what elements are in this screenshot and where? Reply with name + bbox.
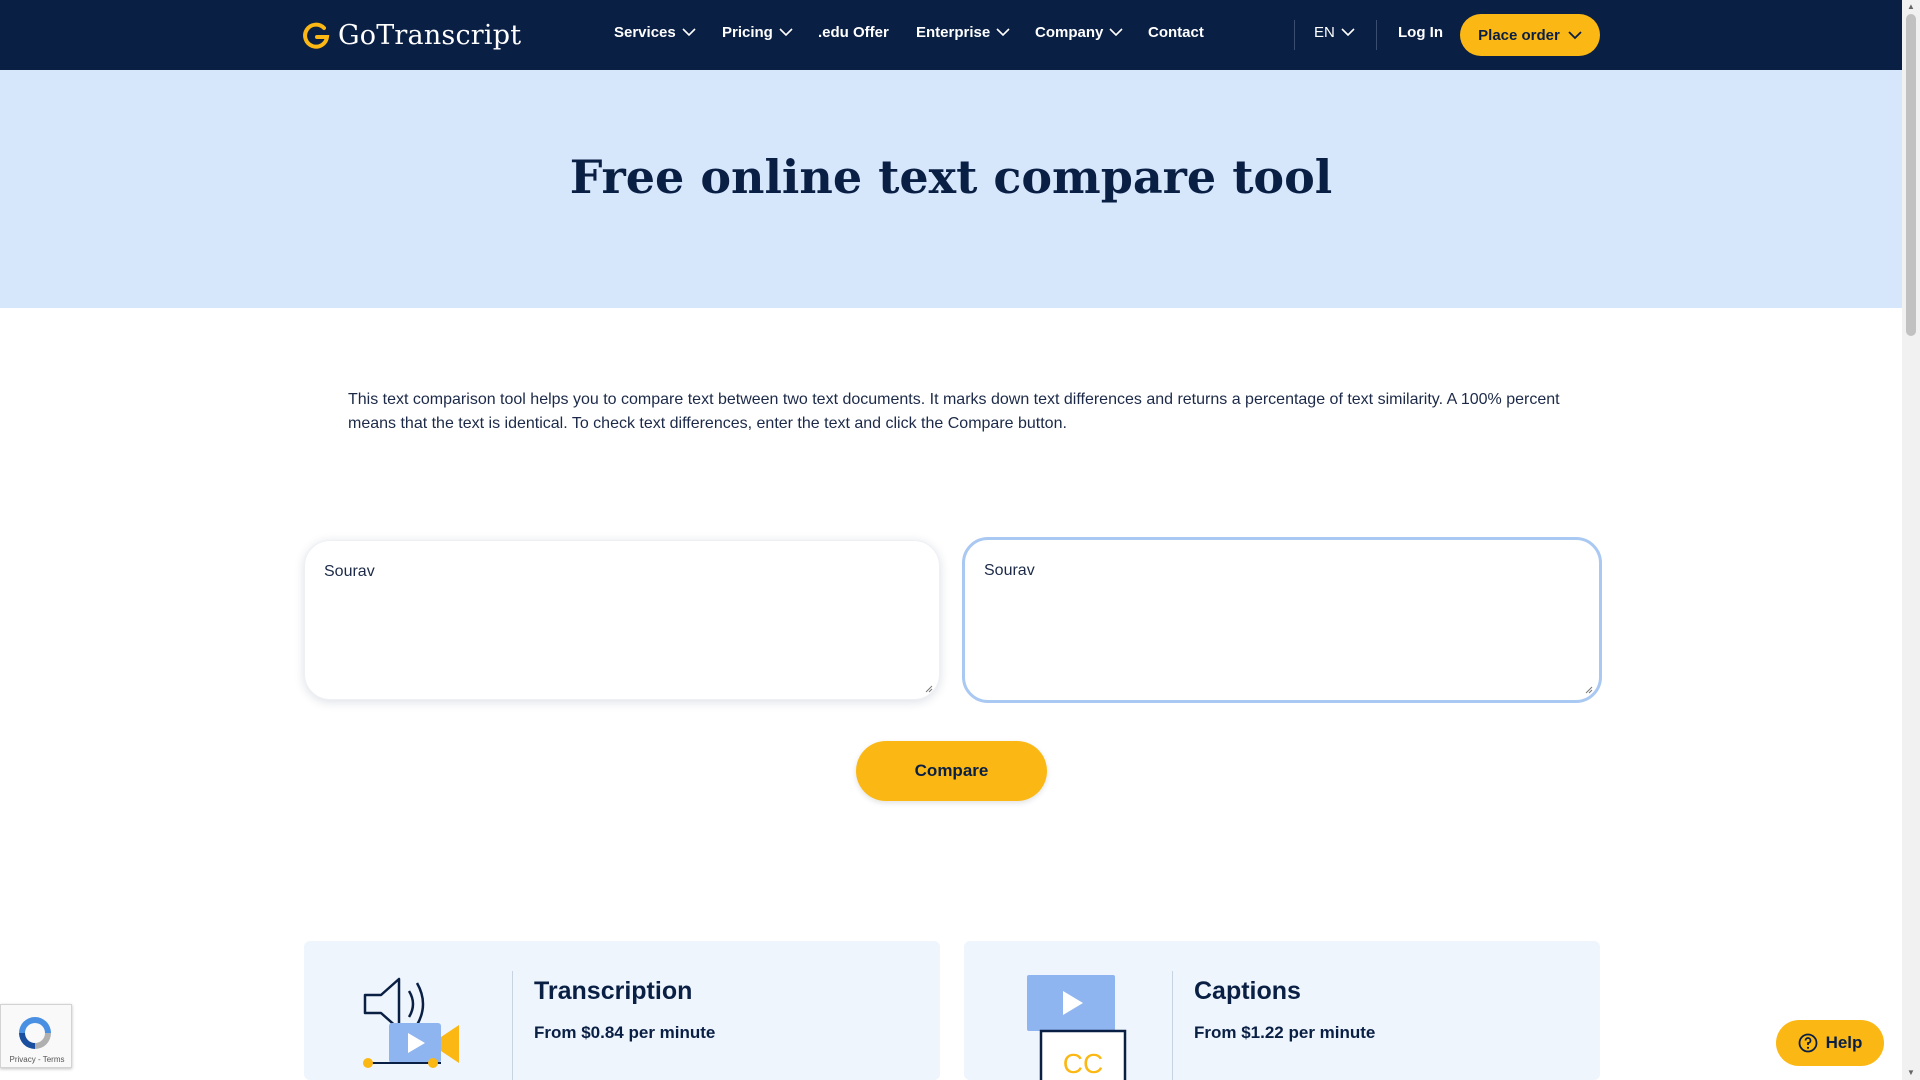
logo-text: GoTranscript: [338, 19, 522, 51]
nav-contact[interactable]: Contact: [1148, 24, 1204, 41]
nav-pricing[interactable]: Pricing: [722, 24, 793, 41]
login-label: Log In: [1398, 24, 1443, 41]
nav-services[interactable]: Services: [614, 24, 696, 41]
compare-button-label: Compare: [914, 761, 989, 780]
language-label: EN: [1314, 24, 1335, 41]
card-divider: [1172, 971, 1173, 1080]
card-price: From $1.22 per minute: [1194, 1023, 1376, 1042]
chevron-down-icon: [779, 28, 793, 37]
resize-handle-icon[interactable]: [1584, 685, 1593, 694]
logo[interactable]: GoTranscript: [302, 15, 521, 55]
recaptcha-links[interactable]: Privacy - Terms: [1, 1055, 73, 1064]
scroll-up-arrow-icon[interactable]: ▲: [1906, 2, 1916, 12]
nav-contact-label: Contact: [1148, 24, 1204, 41]
nav-company[interactable]: Company: [1035, 24, 1123, 41]
recaptcha-icon: [19, 1017, 51, 1049]
gotranscript-logo-icon: [303, 22, 330, 49]
chevron-down-icon: [996, 28, 1010, 37]
login-link[interactable]: Log In: [1398, 24, 1443, 41]
resize-handle-icon[interactable]: [924, 684, 933, 693]
nav-pricing-label: Pricing: [722, 24, 773, 41]
place-order-label: Place order: [1478, 26, 1560, 44]
place-order-button[interactable]: Place order: [1460, 14, 1600, 56]
right-text-value: Sourav: [984, 562, 1035, 579]
right-text-input[interactable]: Sourav: [962, 537, 1602, 703]
page-scrollbar[interactable]: ▲ ▼: [1902, 0, 1920, 1080]
nav-divider: [1294, 20, 1295, 50]
help-question-icon: [1798, 1033, 1817, 1053]
card-title: Transcription: [534, 977, 693, 1005]
chevron-down-icon: [1109, 28, 1123, 37]
nav-company-label: Company: [1035, 24, 1104, 41]
hero-banner: Free online text compare tool: [0, 70, 1902, 308]
nav-enterprise-label: Enterprise: [916, 24, 991, 41]
language-selector[interactable]: EN: [1314, 24, 1355, 41]
scrollbar-thumb[interactable]: [1906, 14, 1916, 336]
speaker-video-icon: [363, 977, 459, 1068]
left-text-input[interactable]: Sourav: [304, 540, 940, 700]
card-divider: [512, 971, 513, 1080]
help-label: Help: [1825, 1033, 1863, 1052]
service-card-transcription[interactable]: Transcription From $0.84 per minute: [304, 941, 940, 1080]
help-button[interactable]: Help: [1776, 1020, 1884, 1066]
nav-edu-offer-label: .edu Offer: [818, 24, 889, 41]
recaptcha-badge[interactable]: Privacy - Terms: [0, 1004, 72, 1068]
nav-edu-offer[interactable]: .edu Offer: [818, 24, 889, 41]
nav-enterprise[interactable]: Enterprise: [916, 24, 1010, 41]
chevron-down-icon: [682, 28, 696, 37]
cc-label: CC: [1063, 1048, 1103, 1079]
tool-description: This text comparison tool helps you to c…: [348, 391, 1560, 432]
cc-video-icon: CC: [1027, 975, 1127, 1080]
card-price: From $0.84 per minute: [534, 1023, 716, 1042]
left-text-value: Sourav: [324, 563, 375, 580]
top-navbar: GoTranscript Services Pricing .edu Offer…: [0, 0, 1902, 70]
compare-button[interactable]: Compare: [856, 741, 1047, 801]
chevron-down-icon: [1568, 30, 1582, 39]
nav-services-label: Services: [614, 24, 676, 41]
service-card-captions[interactable]: CC Captions From $1.22 per minute: [964, 941, 1600, 1080]
card-title: Captions: [1194, 977, 1301, 1005]
nav-divider: [1376, 20, 1377, 50]
page-title: Free online text compare tool: [569, 150, 1333, 204]
chevron-down-icon: [1341, 28, 1355, 37]
scroll-down-arrow-icon[interactable]: ▼: [1906, 1068, 1916, 1078]
